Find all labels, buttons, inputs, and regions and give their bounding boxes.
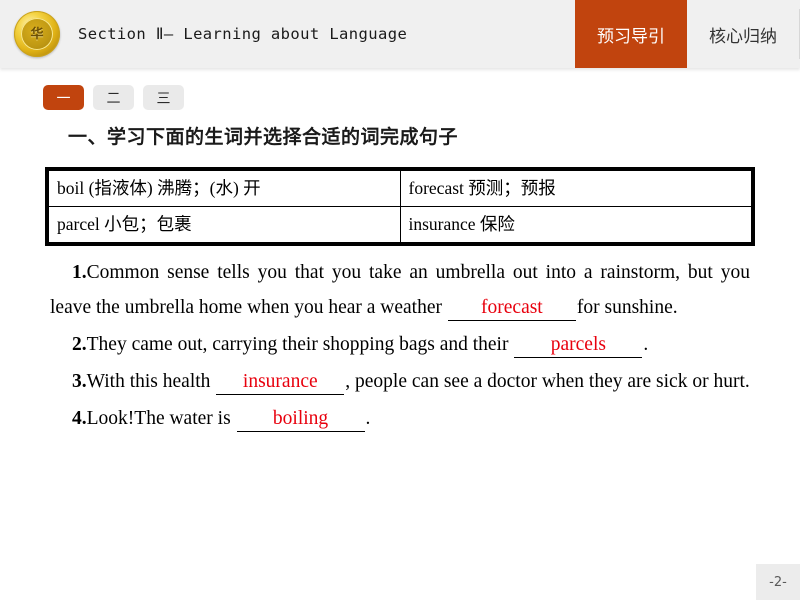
- question-number-3: 3.: [72, 371, 87, 392]
- gold-emblem-logo: 华: [14, 11, 60, 57]
- list-item: 3.With this health insurance, people can…: [50, 364, 750, 399]
- question-text-2-part1: They came out, carrying their shopping b…: [86, 334, 514, 355]
- list-item: 2.They came out, carrying their shopping…: [50, 327, 750, 362]
- list-item: 4.Look!The water is boiling.: [50, 401, 750, 436]
- question-text-3-part2: , people can see a doctor when they are …: [345, 371, 750, 392]
- answer-blank-1[interactable]: forecast: [447, 296, 576, 321]
- vocab-cell-parcel: parcel 小包；包裹: [46, 206, 401, 245]
- pill-section-three[interactable]: 三: [143, 85, 184, 110]
- header-tab-group: 预习导引 核心归纳: [575, 0, 800, 68]
- vocab-cell-boil: boil (指液体) 沸腾；(水) 开: [46, 168, 401, 207]
- question-number-4: 4.: [72, 408, 87, 429]
- question-number-2: 2.: [72, 334, 87, 355]
- question-text-3-part1: With this health: [86, 371, 216, 392]
- section-selector: 一 二 三: [43, 85, 184, 110]
- logo-glyph: 华: [30, 26, 44, 42]
- vocab-cell-insurance: insurance 保险: [399, 206, 754, 245]
- exercise-list: 1.Common sense tells you that you take a…: [50, 255, 750, 438]
- question-number-1: 1.: [72, 262, 87, 283]
- pill-section-one[interactable]: 一: [43, 85, 84, 110]
- answer-blank-4[interactable]: boiling: [236, 407, 365, 432]
- tab-preview-guide[interactable]: 预习导引: [575, 0, 687, 68]
- table-row: parcel 小包；包裹 insurance 保险: [46, 206, 754, 245]
- question-text-4-part2: .: [365, 408, 371, 429]
- page-title: Section Ⅱ— Learning about Language: [78, 25, 408, 43]
- answer-blank-2[interactable]: parcels: [514, 333, 643, 358]
- question-text-4-part1: Look!The water is: [86, 408, 236, 429]
- table-row: boil (指液体) 沸腾；(水) 开 forecast 预测；预报: [46, 168, 754, 207]
- question-text-1-part2: for sunshine.: [576, 297, 678, 318]
- tab-core-summary[interactable]: 核心归纳: [687, 0, 799, 68]
- pill-section-two[interactable]: 二: [93, 85, 134, 110]
- vocab-cell-forecast: forecast 预测；预报: [399, 168, 754, 207]
- vocabulary-table: boil (指液体) 沸腾；(水) 开 forecast 预测；预报 parce…: [45, 167, 755, 246]
- header-brand: 华 Section Ⅱ— Learning about Language: [0, 0, 407, 68]
- section-heading: 一、学习下面的生词并选择合适的词完成句子: [68, 126, 459, 148]
- question-text-2-part2: .: [643, 334, 649, 355]
- app-header: 华 Section Ⅱ— Learning about Language 预习导…: [0, 0, 800, 68]
- answer-blank-3[interactable]: insurance: [216, 370, 345, 395]
- list-item: 1.Common sense tells you that you take a…: [50, 255, 750, 325]
- page-number-badge: -2-: [756, 564, 800, 600]
